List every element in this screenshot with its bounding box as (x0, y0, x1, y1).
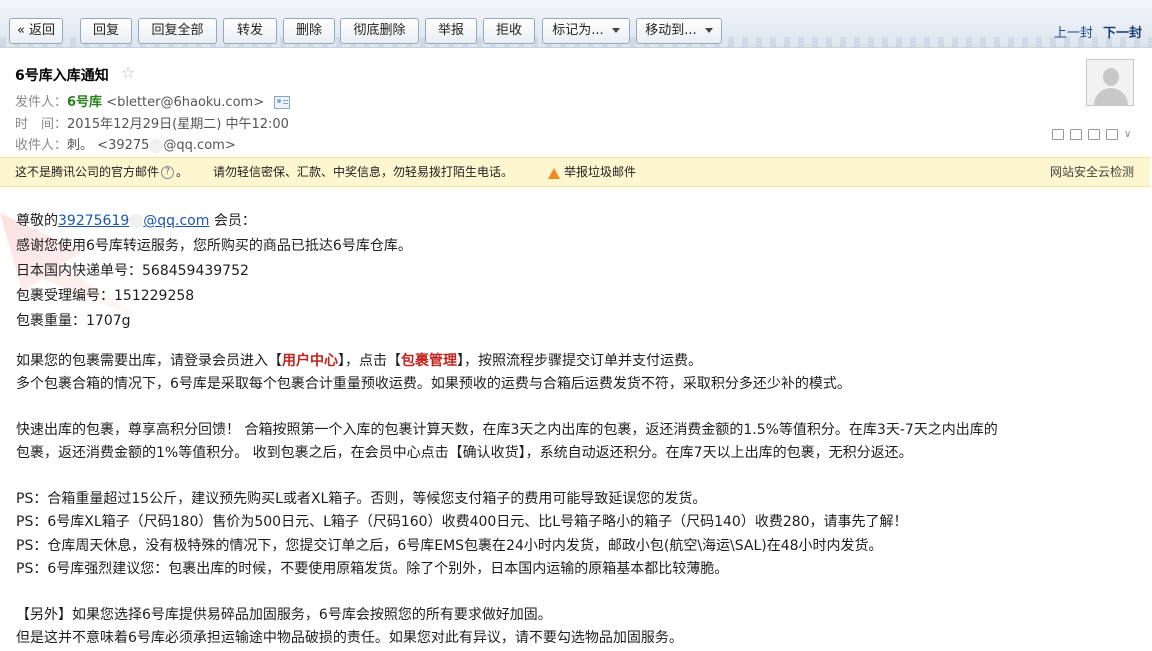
user-center-link[interactable]: 用户中心 (282, 353, 338, 369)
security-notice-bar: 这不是腾讯公司的官方邮件?。 请勿轻信密保、汇款、中奖信息，勿轻易拨打陌生电话。… (0, 157, 1150, 187)
body-paragraph-1: 如果您的包裹需要出库，请登录会员进入【用户中心】，点击【包裹管理】，按照流程步骤… (16, 350, 702, 370)
prev-mail-link[interactable]: 上一封 (1054, 26, 1093, 41)
reject-button[interactable]: 拒收 (483, 18, 535, 44)
report-button[interactable]: 举报 (425, 18, 477, 44)
chevron-down-icon (611, 28, 620, 33)
more-icon[interactable] (1106, 129, 1118, 140)
tracking-number: 日本国内快递单号：568459439752 (16, 263, 249, 279)
add-contact-icon[interactable] (274, 96, 291, 109)
mail-toolbar: « 返回 回复 回复全部 转发 删除 彻底删除 举报 拒收 标记为... 移动到… (0, 0, 1152, 48)
package-manage-link[interactable]: 包裹管理 (401, 353, 457, 369)
member-email-start: 39275619 (58, 213, 130, 229)
avatar-head-shape (1103, 68, 1119, 86)
recipient-name: 刺。 (67, 138, 94, 153)
recipient-label: 收件人： (15, 138, 68, 153)
chevron-down-icon[interactable]: ∨ (1124, 129, 1134, 140)
official-notice-end: 。 (176, 165, 189, 179)
body-line: 感谢您使用6号库转运服务，您所购买的商品已抵达6号库仓库。 (16, 238, 412, 254)
avatar[interactable] (1086, 59, 1134, 106)
mail-nav: 上一封 下一封 (1054, 22, 1142, 41)
move-to-dropdown[interactable]: 移动到... (636, 18, 722, 44)
ps-line-4: PS：6号库强烈建议您：包裹出库的时候，不要使用原箱发货。除了个别外，日本国内运… (16, 561, 729, 577)
member-email-link[interactable]: 39275619 @qq.com (58, 213, 209, 229)
mail-subject: 6号库入库通知 (15, 68, 109, 84)
p1-e: 】，按照流程步骤提交订单并支付运费。 (457, 353, 702, 369)
security-check-link[interactable]: 网站安全云检测 (1050, 158, 1134, 186)
mark-as-dropdown[interactable]: 标记为... (542, 18, 630, 44)
star-icon[interactable]: ☆ (121, 63, 135, 82)
help-icon[interactable]: ? (161, 166, 175, 179)
forward-button[interactable]: 转发 (223, 18, 277, 44)
mail-header: 6号库入库通知 ☆ 发件人：6号库 <bletter@6haoku.com> 时… (0, 49, 1152, 157)
sender-label: 发件人： (15, 95, 68, 110)
report-spam-link[interactable]: 举报垃圾邮件 (548, 158, 636, 186)
time-label: 时 间： (15, 117, 68, 132)
next-mail-link[interactable]: 下一封 (1103, 26, 1142, 41)
official-notice: 这不是腾讯公司的官方邮件?。 (15, 158, 188, 186)
report-spam-label: 举报垃圾邮件 (564, 165, 637, 179)
time-row: 时 间：2015年12月29日(星期二) 中午12:00 (15, 113, 289, 132)
greeting-prefix: 尊敬的 (16, 213, 58, 229)
warning-text: 请勿轻信密保、汇款、中奖信息，勿轻易拨打陌生电话。 (213, 165, 514, 179)
time-value: 2015年12月29日(星期二) 中午12:00 (67, 117, 289, 132)
ps-line-2: PS：6号库XL箱子（尺码180）售价为500日元、L箱子（尺码160）收费40… (16, 514, 908, 530)
greeting-suffix: 会员： (209, 213, 256, 229)
package-weight: 包裹重量：1707g (16, 313, 131, 329)
reply-button[interactable]: 回复 (80, 18, 132, 44)
new-window-icon[interactable] (1052, 129, 1064, 140)
recipient-address-start: <39275 (97, 138, 150, 153)
body-paragraph-2: 多个包裹合箱的情况下，6号库是采取每个包裹合计重量预收运费。如果预收的运费与合箱… (16, 376, 851, 392)
package-id: 包裹受理编号：151229258 (16, 288, 195, 304)
reply-all-button[interactable]: 回复全部 (138, 18, 217, 44)
recipient-address-end: @qq.com> (163, 138, 236, 153)
ps-line-3: PS：仓库周天休息，没有极特殊的情况下，您提交订单之后，6号库EMS包裹在24小… (16, 538, 883, 554)
ps-line-1: PS：合箱重量超过15公斤，建议预先购买L或者XL箱子。否则，等候您支付箱子的费… (16, 491, 707, 507)
p1-a: 如果您的包裹需要出库，请登录会员进入【 (16, 353, 282, 369)
official-notice-text: 这不是腾讯公司的官方邮件 (15, 165, 160, 179)
greeting-line: 尊敬的39275619 @qq.com 会员： (16, 210, 256, 230)
body-paragraph-3: 快速出库的包裹，尊享高积分回馈！ 合箱按照第一个入库的包裹计算天数，在库3天之内… (16, 422, 998, 438)
body-paragraph-4: 包裹，返还消费金额的1%等值积分。 收到包裹之后，在会员中心点击【确认收货】，系… (16, 445, 913, 461)
sender-name[interactable]: 6号库 (67, 95, 102, 110)
header-tools: ∨ (1052, 129, 1134, 140)
back-button[interactable]: « 返回 (9, 18, 63, 44)
recipient-row: 收件人：刺。 <39275 @qq.com> (15, 134, 236, 153)
member-email-end: @qq.com (143, 213, 210, 229)
extra-line-1: 【另外】如果您选择6号库提供易碎品加固服务，6号库会按照您的所有要求做好加固。 (16, 607, 552, 623)
redaction-mark (149, 138, 164, 153)
avatar-body-shape (1094, 88, 1128, 105)
redaction-mark (129, 214, 144, 228)
sender-address: <bletter@6haoku.com> (106, 95, 265, 110)
delete-permanent-button[interactable]: 彻底删除 (340, 18, 419, 44)
warning-icon (548, 167, 560, 179)
print-icon[interactable] (1070, 129, 1082, 140)
extra-line-2: 但是这并不意味着6号库必须承担运输途中物品破损的责任。如果您对此有异议，请不要勾… (16, 630, 683, 646)
move-to-label: 移动到... (645, 23, 697, 38)
sender-row: 发件人：6号库 <bletter@6haoku.com> (15, 91, 291, 110)
mark-as-label: 标记为... (552, 23, 604, 38)
save-icon[interactable] (1088, 129, 1100, 140)
delete-button[interactable]: 删除 (283, 18, 335, 44)
chevron-down-icon (704, 28, 713, 33)
p1-c: 】，点击【 (338, 353, 401, 369)
